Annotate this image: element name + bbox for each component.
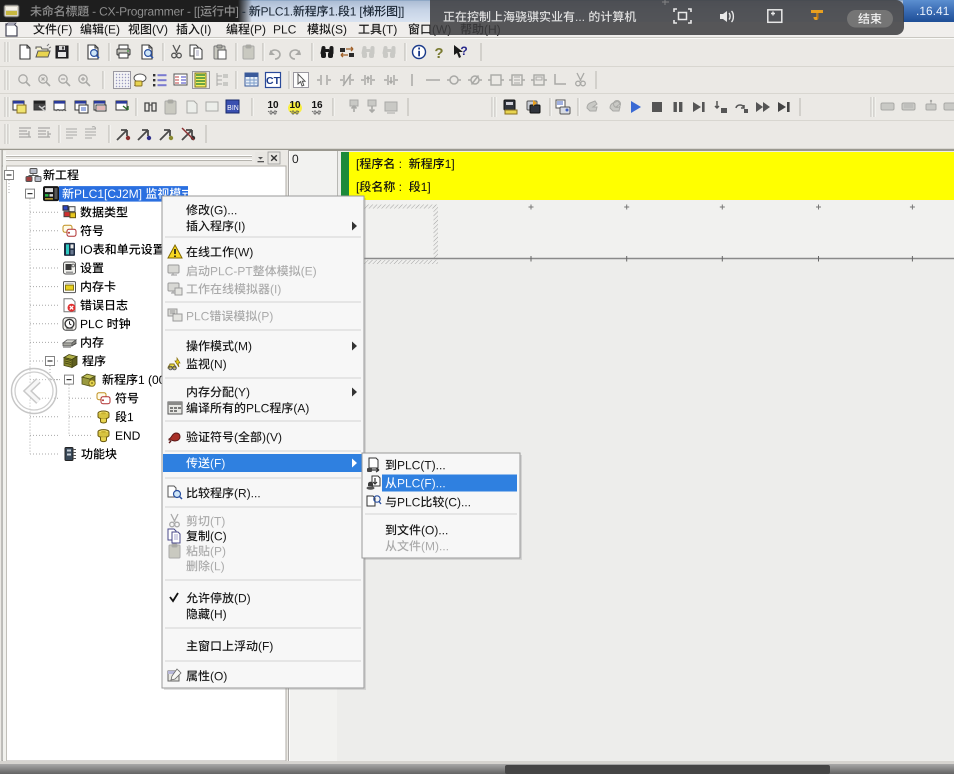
svg-text:CT: CT — [266, 75, 281, 87]
svg-text:?: ? — [460, 44, 467, 58]
svg-text:10: 10 — [289, 100, 301, 111]
svg-text:16: 16 — [311, 100, 323, 111]
svg-text:10: 10 — [267, 100, 279, 111]
svg-text:?: ? — [434, 45, 443, 62]
svg-text:BIN: BIN — [227, 105, 239, 112]
